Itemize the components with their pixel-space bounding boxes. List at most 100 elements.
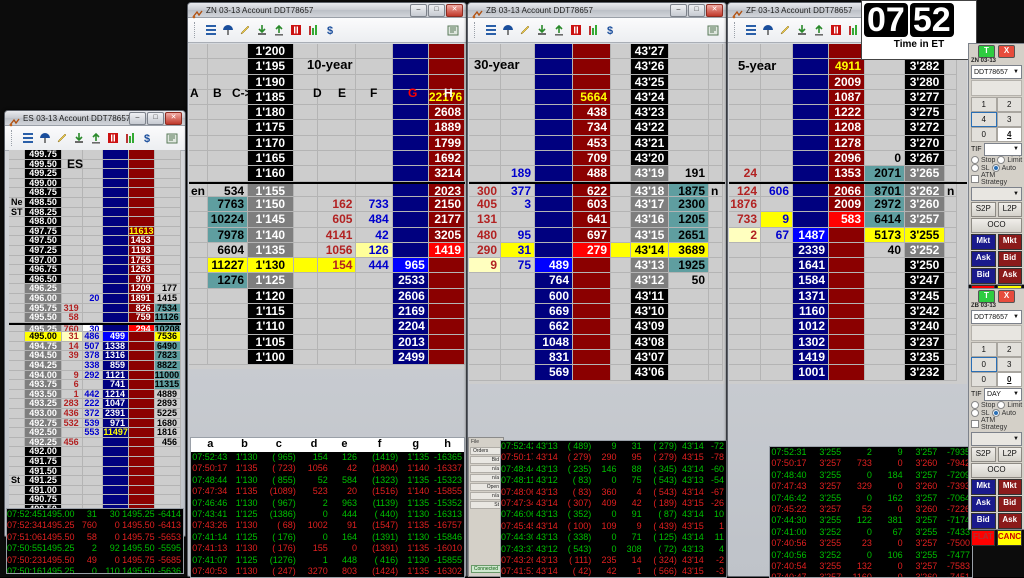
qty-button-0[interactable]: 1 — [971, 97, 997, 112]
close-panel-button[interactable]: X — [998, 290, 1015, 303]
buy-bid-button[interactable]: Bid — [971, 513, 996, 529]
ladder-row[interactable]: 104843'08 — [469, 335, 725, 350]
close-button[interactable]: ✕ — [165, 112, 182, 125]
chart-icon[interactable] — [586, 23, 599, 38]
ladder-row[interactable]: 495.505875911126 — [9, 313, 181, 323]
dollar-icon[interactable]: $ — [140, 131, 153, 146]
qty-button-3[interactable]: 3 — [997, 112, 1023, 127]
ladder-row[interactable]: 43843'23 — [469, 105, 725, 120]
s2p-button[interactable]: S2P — [971, 202, 996, 217]
atm-strategy-select[interactable]: ▼ — [971, 187, 1022, 201]
dom-icon[interactable] — [21, 131, 34, 146]
maximize-button[interactable]: □ — [688, 4, 705, 17]
ladder-row[interactable]: 498.00 — [9, 217, 181, 227]
ladder-row[interactable]: 499.50 — [9, 160, 181, 170]
pencil-icon[interactable] — [238, 23, 251, 38]
ladder-row[interactable]: 1'1052013 — [189, 335, 465, 350]
ladder-row[interactable]: 60043'11 — [469, 289, 725, 304]
report-icon[interactable] — [447, 23, 460, 38]
dollar-icon[interactable]: $ — [603, 23, 616, 38]
ladder-row[interactable]: 1'190 — [189, 75, 465, 90]
ladder-row[interactable]: 1876200929723'260 — [729, 197, 967, 212]
ladder-row[interactable]: 10013'232 — [729, 365, 967, 380]
sl-radio[interactable] — [971, 409, 979, 417]
l2p-button[interactable]: L2P — [998, 447, 1023, 462]
ladder-row[interactable]: 77631'1501627332150 — [189, 197, 465, 212]
umbrella-icon[interactable] — [38, 131, 51, 146]
ladder-row[interactable]: 490.75 — [9, 495, 181, 505]
ladder-row[interactable]: 492.00 — [9, 447, 181, 457]
alert-icon[interactable] — [289, 23, 302, 38]
ladder-row[interactable]: ST498.25 — [9, 208, 181, 218]
auto-radio[interactable] — [992, 409, 1000, 417]
ladder-row[interactable]: 79781'1404141423205 — [189, 228, 465, 243]
buy-mkt-button[interactable]: Mkt — [971, 234, 996, 250]
ladder-row[interactable]: 97548943'131925 — [469, 258, 725, 273]
atm-checkbox[interactable] — [971, 175, 979, 183]
minimize-button[interactable]: – — [410, 4, 427, 17]
ladder-row[interactable]: 4809569743'152651 — [469, 228, 725, 243]
ladder-row[interactable]: 496.002018911415 — [9, 294, 181, 304]
oco-button[interactable]: OCO — [971, 463, 1022, 478]
ladder-row[interactable]: 12783'270 — [729, 136, 967, 151]
export-icon[interactable] — [552, 23, 565, 38]
maximize-button[interactable]: □ — [147, 112, 164, 125]
ladder-row[interactable]: 20093'280 — [729, 75, 967, 90]
ladder-row[interactable]: 497.251193 — [9, 246, 181, 256]
ladder-row[interactable]: 492.50553114971816 — [9, 428, 181, 438]
limit-radio[interactable] — [997, 401, 1005, 409]
ladder-row[interactable]: 2903127943'143689 — [469, 243, 725, 258]
pencil-icon[interactable] — [778, 23, 791, 38]
ladder-row[interactable]: 56943'06 — [469, 365, 725, 380]
ladder-row[interactable]: 493.2528322210472893 — [9, 399, 181, 409]
ladder-row[interactable]: 494.751450713386490 — [9, 342, 181, 352]
qty-button-1[interactable]: 2 — [997, 342, 1023, 357]
ladder-row[interactable]: 12223'275 — [729, 105, 967, 120]
chart-icon[interactable] — [846, 23, 859, 38]
ladder-row[interactable]: 2339403'252 — [729, 243, 967, 258]
titlebar-es[interactable]: ES 03-13 Account DDT78657–□✕ — [5, 111, 185, 126]
orders-file-label[interactable]: File — [469, 438, 503, 446]
ladder-row[interactable]: 112271'130154444965 — [189, 258, 465, 273]
umbrella-icon[interactable] — [761, 23, 774, 38]
ladder-row[interactable]: 494.253388598822 — [9, 361, 181, 371]
ladder-row[interactable]: 76443'1250 — [469, 273, 725, 288]
ladder-row[interactable]: 494.009292112111000 — [9, 371, 181, 381]
ladder-row[interactable]: 493.75674111315 — [9, 380, 181, 390]
alert-icon[interactable] — [106, 131, 119, 146]
ladder-row[interactable]: 566443'24 — [469, 90, 725, 105]
ladder-row[interactable]: 45343'21 — [469, 136, 725, 151]
ladder-row[interactable]: 499.25 — [9, 169, 181, 179]
l2p-button[interactable]: L2P — [998, 202, 1023, 217]
ladder-row[interactable]: en5341'1552023 — [189, 182, 465, 197]
ladder-row[interactable]: 1'1102204 — [189, 319, 465, 334]
close-button[interactable]: ✕ — [446, 4, 463, 17]
ladder-row[interactable]: 66243'09 — [469, 319, 725, 334]
ladder-row[interactable]: 497.7511613 — [9, 227, 181, 237]
cancel-all-button[interactable]: CANC — [997, 530, 1022, 546]
ladder-row[interactable]: 43'25 — [469, 75, 725, 90]
import-icon[interactable] — [795, 23, 808, 38]
ladder-row[interactable]: 492.755325399711680 — [9, 419, 181, 429]
ladder-row[interactable]: 498.75 — [9, 188, 181, 198]
buy-mkt-button[interactable]: Mkt — [971, 479, 996, 495]
tif-select[interactable]: ▼ — [984, 143, 1022, 156]
ladder-row[interactable]: 1'1202606 — [189, 289, 465, 304]
sell-bid-button[interactable]: Bid — [998, 496, 1023, 512]
ladder-row[interactable]: 102241'1456054842177 — [189, 212, 465, 227]
dom-icon[interactable] — [744, 23, 757, 38]
ladder-row[interactable]: 14193'235 — [729, 350, 967, 365]
import-icon[interactable] — [535, 23, 548, 38]
zb-time-and-sales[interactable]: 07:52:4243'13( 489)931( 279)43'14-7207:5… — [500, 440, 727, 578]
ladder-row[interactable]: 1'1152169 — [189, 304, 465, 319]
dom-icon[interactable] — [204, 23, 217, 38]
import-icon[interactable] — [72, 131, 85, 146]
zf-time-and-sales[interactable]: 07:52:313'255293'257-793507:50:173'25773… — [769, 446, 973, 578]
atm-strategy-select[interactable]: ▼ — [971, 432, 1022, 446]
ladder-row[interactable]: 495.257603029410208 — [9, 323, 181, 333]
ladder-row[interactable]: 494.503937813167823 — [9, 351, 181, 361]
atm-checkbox[interactable] — [971, 420, 979, 428]
ladder-row[interactable]: 16413'250 — [729, 258, 967, 273]
export-icon[interactable] — [89, 131, 102, 146]
pencil-icon[interactable] — [518, 23, 531, 38]
